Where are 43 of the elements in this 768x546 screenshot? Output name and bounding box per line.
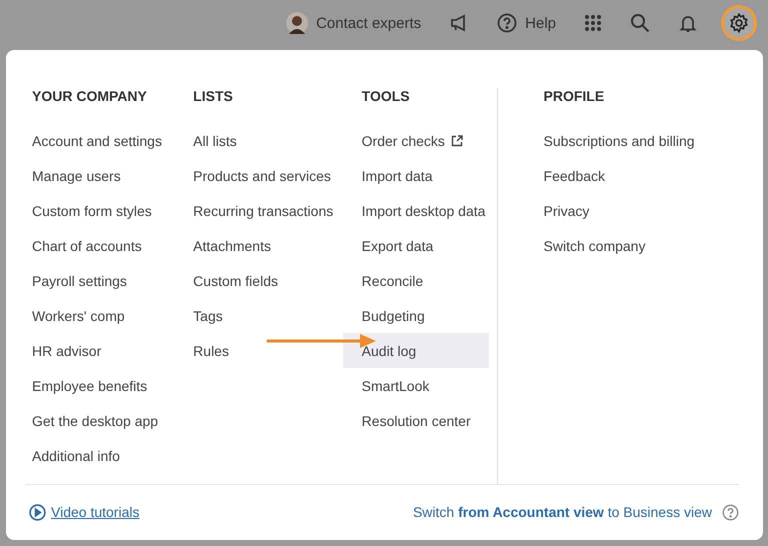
column-heading: PROFILE <box>542 88 606 106</box>
menu-item[interactable]: Chart of accounts <box>24 228 146 263</box>
menu-item[interactable]: Feedback <box>536 158 610 193</box>
help-icon[interactable] <box>722 504 739 521</box>
menu-item[interactable]: Subscriptions and billing <box>536 123 699 158</box>
menu-item[interactable]: Products and services <box>185 158 335 193</box>
menu-item[interactable]: Payroll settings <box>24 263 131 298</box>
menu-item[interactable]: Resolution center <box>354 403 475 438</box>
menu-item[interactable]: Import desktop data <box>354 193 490 228</box>
menu-item[interactable]: Recurring transactions <box>185 193 338 228</box>
avatar-icon <box>286 12 308 34</box>
menu-item[interactable]: Custom fields <box>185 263 282 298</box>
menu-item[interactable]: Rules <box>185 333 233 368</box>
menu-item[interactable]: Manage users <box>24 158 125 193</box>
menu-item[interactable]: Additional info <box>24 438 124 473</box>
menu-item[interactable]: Account and settings <box>24 123 166 158</box>
menu-item[interactable]: Attachments <box>185 228 275 263</box>
column-heading: TOOLS <box>360 88 411 106</box>
menu-item[interactable]: Workers' comp <box>24 298 129 333</box>
menu-item[interactable]: SmartLook <box>354 368 434 403</box>
help-icon <box>497 13 518 33</box>
menu-item[interactable]: Import data <box>354 158 436 193</box>
column-heading: LISTS <box>192 88 234 106</box>
menu-item[interactable]: Order checks <box>354 123 467 158</box>
menu-item[interactable]: Export data <box>354 228 438 263</box>
menu-item[interactable]: HR advisor <box>24 333 106 368</box>
menu-item[interactable]: Switch company <box>536 228 650 263</box>
menu-item[interactable]: Budgeting <box>354 298 429 333</box>
menu-item[interactable]: Reconcile <box>354 263 428 298</box>
contact-experts-button[interactable]: Contact experts <box>274 6 434 40</box>
menu-item[interactable]: Get the desktop app <box>24 403 162 438</box>
play-icon <box>29 504 46 521</box>
switch-view-link[interactable]: Switch from Accountant view to Business view <box>412 504 712 520</box>
help-button[interactable]: Help <box>485 6 568 40</box>
settings-icon[interactable] <box>724 8 754 38</box>
menu-item[interactable]: All lists <box>185 123 241 158</box>
menu-item[interactable]: Custom form styles <box>24 193 156 228</box>
menu-item[interactable]: Employee benefits <box>24 368 152 403</box>
menu-item[interactable]: Audit log <box>342 333 489 368</box>
video-tutorials-link[interactable]: Video tutorials <box>29 504 140 521</box>
menu-item[interactable]: Privacy <box>536 193 594 228</box>
menu-item[interactable]: Tags <box>185 298 227 333</box>
column-heading: YOUR COMPANY <box>31 88 148 106</box>
